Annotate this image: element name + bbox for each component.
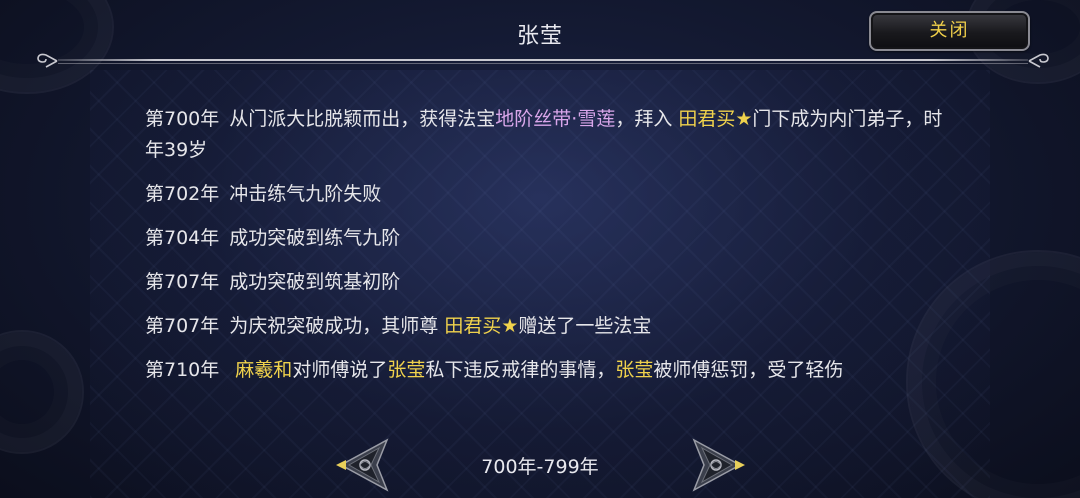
- log-entry-text: 对师傅说了: [292, 359, 388, 381]
- character-name-link[interactable]: 张莹: [615, 359, 653, 381]
- log-entry-text: 为庆祝突破成功，其师尊: [229, 315, 445, 337]
- log-entry: 第707年 成功突破到筑基初阶: [145, 267, 945, 298]
- close-button[interactable]: 关闭: [869, 11, 1030, 51]
- biography-screen: 张莹 关闭 第700年 从门派大比脱颖而出，获得法宝地阶丝带·雪莲，拜入 田君买★…: [0, 0, 1080, 498]
- year-range-label: 700年-799年: [481, 456, 599, 478]
- log-entry-text: ，拜入: [615, 108, 679, 130]
- prev-page-arrow-icon[interactable]: [333, 438, 389, 492]
- log-entry-year: 第710年: [145, 359, 220, 381]
- next-page-arrow-icon[interactable]: [692, 438, 748, 492]
- log-entry-text: 私下违反戒律的事情，: [425, 359, 616, 381]
- log-entry: 第700年 从门派大比脱颖而出，获得法宝地阶丝带·雪莲，拜入 田君买★门下成为内门…: [145, 104, 945, 166]
- header-divider: [36, 53, 1050, 68]
- log-entry-text: 成功突破到练气九阶: [229, 227, 401, 249]
- divider-cap-left-icon: [37, 53, 58, 68]
- log-entry-year: 第704年: [145, 227, 220, 249]
- log-entry-year: 第707年: [145, 315, 220, 337]
- cloud-ornament: [0, 330, 84, 454]
- log-entry: 第707年 为庆祝突破成功，其师尊 田君买★赠送了一些法宝: [145, 311, 945, 342]
- character-name-link[interactable]: 麻羲和: [229, 359, 292, 381]
- biography-log: 第700年 从门派大比脱颖而出，获得法宝地阶丝带·雪莲，拜入 田君买★门下成为内门…: [145, 104, 945, 422]
- treasure-name-link[interactable]: 地阶丝带·雪莲: [495, 108, 615, 130]
- log-entry-year: 第707年: [145, 271, 220, 293]
- log-entry-text: 冲击练气九阶失败: [229, 183, 382, 205]
- character-name-link[interactable]: 田君买★: [444, 315, 518, 337]
- log-entry-year: 第702年: [145, 183, 220, 205]
- log-entry-text: 赠送了一些法宝: [518, 315, 652, 337]
- log-entry-text: 成功突破到筑基初阶: [229, 271, 401, 293]
- log-entry: 第702年 冲击练气九阶失败: [145, 179, 945, 210]
- log-entry-year: 第700年: [145, 108, 220, 130]
- character-name-link[interactable]: 田君买★: [678, 108, 752, 130]
- log-entry: 第710年 麻羲和对师傅说了张莹私下违反戒律的事情，张莹被师傅惩罚，受了轻伤: [145, 355, 945, 386]
- character-name-link[interactable]: 张莹: [387, 359, 425, 381]
- log-entry-text: 被师傅惩罚，受了轻伤: [653, 359, 844, 381]
- log-entry-text: 从门派大比脱颖而出，获得法宝: [229, 108, 496, 130]
- log-entry: 第704年 成功突破到练气九阶: [145, 223, 945, 254]
- divider-cap-right-icon: [1028, 53, 1049, 68]
